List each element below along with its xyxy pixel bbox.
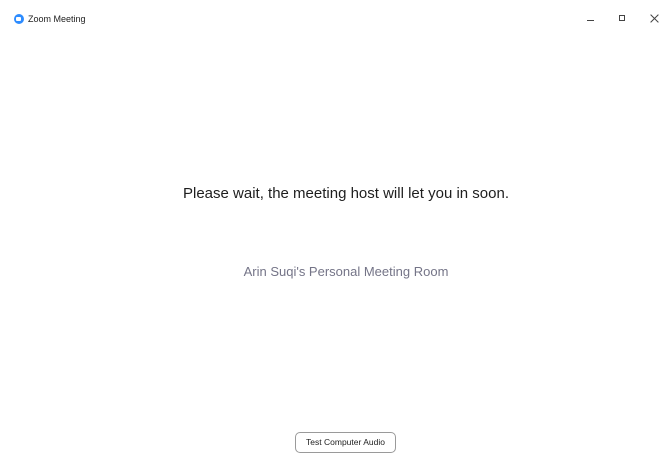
zoom-meeting-window: Zoom Meeting Please wait, the meeting ho… <box>0 0 672 466</box>
minimize-icon <box>587 20 594 21</box>
meeting-room-name: Arin Suqi's Personal Meeting Room <box>243 264 449 279</box>
close-icon <box>650 14 659 23</box>
waiting-room-message: Please wait, the meeting host will let y… <box>182 185 509 202</box>
minimize-button[interactable] <box>576 0 608 38</box>
window-controls <box>576 0 672 38</box>
test-computer-audio-button[interactable]: Test Computer Audio <box>295 432 396 453</box>
close-button[interactable] <box>640 0 672 38</box>
zoom-logo-icon <box>14 14 24 24</box>
title-bar[interactable]: Zoom Meeting <box>0 0 672 38</box>
window-title: Zoom Meeting <box>28 14 86 24</box>
maximize-button[interactable] <box>608 0 640 38</box>
maximize-icon <box>619 15 625 21</box>
